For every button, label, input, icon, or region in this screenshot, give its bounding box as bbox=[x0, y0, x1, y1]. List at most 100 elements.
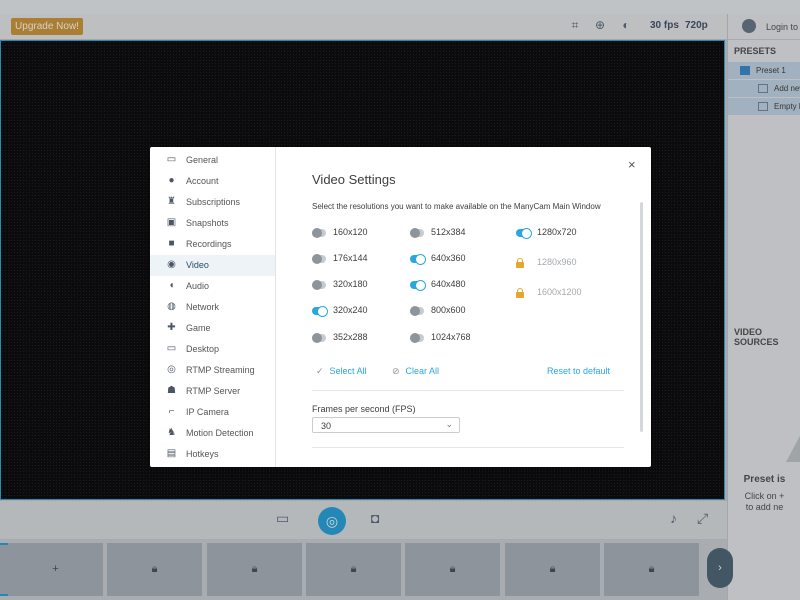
resolution-toggle[interactable] bbox=[312, 280, 326, 290]
thumbnail-scroll-button[interactable]: › bbox=[707, 548, 733, 588]
add-new-preset[interactable]: Add new bbox=[728, 80, 800, 97]
clear-all-button[interactable]: ⊘ Clear All bbox=[392, 366, 439, 377]
fullscreen-icon[interactable]: ⤢ bbox=[697, 510, 708, 527]
menu-item-label: General bbox=[186, 155, 219, 165]
resolution-toggle[interactable] bbox=[410, 306, 424, 316]
reset-default-button[interactable]: Reset to default bbox=[547, 366, 610, 376]
menu-item-label: Subscriptions bbox=[186, 197, 241, 207]
resolution-toggle[interactable] bbox=[312, 306, 328, 317]
resolution-label: 800x600 bbox=[431, 305, 466, 315]
menu-item-network[interactable]: ◍ Network bbox=[150, 297, 275, 318]
lock-icon: 🔒︎ bbox=[350, 563, 357, 575]
settings-menu: ▭ General ● Account ♜ Subscriptions ▣ Snapshots… bbox=[150, 147, 276, 467]
server-icon: ☗ bbox=[167, 385, 176, 396]
zoom-icon[interactable]: ⊕ bbox=[593, 18, 607, 32]
image-icon: ▣ bbox=[166, 217, 177, 228]
resolution-toggle[interactable] bbox=[410, 254, 426, 265]
empty-preset-icon bbox=[786, 434, 800, 462]
resolution-toggle[interactable] bbox=[410, 280, 426, 291]
gamepad-icon: ✚ bbox=[167, 322, 176, 333]
select-all-label: Select All bbox=[329, 366, 367, 376]
fps-select[interactable]: 30 ⌄ bbox=[312, 417, 460, 433]
broadcast-button[interactable]: ◎ bbox=[318, 507, 346, 535]
user-icon bbox=[742, 19, 756, 33]
resolution-toggle[interactable] bbox=[312, 228, 326, 238]
menu-item-desktop[interactable]: ▭ Desktop bbox=[150, 339, 275, 360]
menu-item-label: Network bbox=[186, 302, 220, 312]
preset-message-line1: Click on + bbox=[744, 491, 785, 501]
menu-item-label: Desktop bbox=[186, 344, 220, 354]
resolution-label: 1024x768 bbox=[431, 332, 471, 342]
select-all-button[interactable]: ✓ Select All bbox=[316, 366, 367, 377]
preset-item[interactable]: Preset 1 bbox=[728, 62, 800, 79]
fps-readout[interactable]: 30 fps bbox=[650, 20, 679, 31]
fps-value: 30 bbox=[321, 421, 332, 431]
main-toolbar bbox=[0, 14, 727, 40]
locked-thumb[interactable]: 🔒︎ bbox=[405, 543, 500, 596]
dialog-subtitle: Select the resolutions you want to make … bbox=[312, 202, 601, 211]
resolution-readout[interactable]: 720p bbox=[685, 20, 708, 31]
resolution-toggle[interactable] bbox=[410, 333, 424, 343]
dialog-scrollbar[interactable] bbox=[640, 202, 643, 432]
menu-item-motion-detection[interactable]: ♞ Motion Detection bbox=[150, 423, 275, 444]
menu-item-label: Recordings bbox=[186, 239, 232, 249]
resolution-toggle[interactable] bbox=[312, 333, 326, 343]
right-panel: Login to M PRESETS Preset 1 Add new Empt… bbox=[727, 14, 800, 600]
resolution-label: 320x240 bbox=[333, 305, 368, 315]
title-strip bbox=[0, 0, 800, 14]
menu-item-general[interactable]: ▭ General bbox=[150, 150, 275, 171]
menu-item-rtmp-streaming[interactable]: ◎ RTMP Streaming bbox=[150, 360, 275, 381]
locked-thumb[interactable]: 🔒︎ bbox=[207, 543, 302, 596]
crop-icon[interactable]: ⌗ bbox=[568, 18, 582, 32]
adjust-icon[interactable]: ◐ bbox=[619, 18, 633, 32]
snapshot-icon[interactable]: ◘ bbox=[371, 510, 379, 526]
monitor-icon: ▭ bbox=[166, 343, 177, 354]
locked-thumb[interactable]: 🔒︎ bbox=[604, 543, 699, 596]
menu-item-account[interactable]: ● Account bbox=[150, 171, 275, 192]
lock-icon bbox=[516, 288, 524, 298]
menu-item-game[interactable]: ✚ Game bbox=[150, 318, 275, 339]
ip-camera-icon: ⌐ bbox=[168, 406, 175, 417]
menu-item-hotkeys[interactable]: ▤ Hotkeys bbox=[150, 444, 275, 465]
empty-label: Empty l bbox=[774, 102, 800, 111]
menu-item-video[interactable]: ◉ Video bbox=[150, 255, 275, 276]
check-icon: ✓ bbox=[316, 366, 324, 376]
lock-icon: 🔒︎ bbox=[549, 563, 556, 575]
presets-header: PRESETS bbox=[734, 46, 777, 56]
empty-layer[interactable]: Empty l bbox=[728, 98, 800, 115]
dialog-title: Video Settings bbox=[312, 172, 396, 187]
resolution-label: 1600x1200 bbox=[537, 287, 582, 297]
video-sources-header: VIDEO SOURCES bbox=[734, 327, 779, 347]
preset-message-line2: to add ne bbox=[745, 502, 784, 512]
globe-icon: ◍ bbox=[167, 301, 176, 312]
login-bar[interactable]: Login to M bbox=[728, 14, 800, 40]
resolution-label: 320x180 bbox=[333, 279, 368, 289]
locked-thumb[interactable]: 🔒︎ bbox=[306, 543, 401, 596]
resolution-toggle[interactable] bbox=[410, 228, 424, 238]
broadcast-icon: ◎ bbox=[167, 364, 176, 375]
divider bbox=[312, 447, 624, 448]
close-icon[interactable]: × bbox=[628, 157, 636, 172]
resolution-label: 176x144 bbox=[333, 253, 368, 263]
menu-item-label: IP Camera bbox=[186, 407, 229, 417]
menu-item-ip-camera[interactable]: ⌐ IP Camera bbox=[150, 402, 275, 423]
record-video-icon[interactable]: ▭ bbox=[276, 510, 289, 527]
resolution-label: 160x120 bbox=[333, 227, 368, 237]
upgrade-button[interactable]: Upgrade Now! bbox=[11, 18, 83, 35]
menu-item-recordings[interactable]: ■ Recordings bbox=[150, 234, 275, 255]
menu-item-rtmp-server[interactable]: ☗ RTMP Server bbox=[150, 381, 275, 402]
menu-item-label: Snapshots bbox=[186, 218, 229, 228]
resolution-toggle[interactable] bbox=[516, 228, 532, 239]
locked-thumb[interactable]: 🔒︎ bbox=[505, 543, 600, 596]
resolution-label: 1280x960 bbox=[537, 257, 577, 267]
add-source-thumb[interactable]: + bbox=[8, 543, 103, 596]
menu-item-snapshots[interactable]: ▣ Snapshots bbox=[150, 213, 275, 234]
microphone-icon[interactable]: ♪ bbox=[670, 510, 677, 526]
resolution-toggle[interactable] bbox=[312, 254, 326, 264]
locked-thumb[interactable]: 🔒︎ bbox=[107, 543, 202, 596]
clear-icon: ⊘ bbox=[392, 366, 400, 376]
hotkey-icon: ▤ bbox=[166, 448, 177, 459]
login-label: Login to M bbox=[766, 22, 800, 32]
menu-item-audio[interactable]: ◖ Audio bbox=[150, 276, 275, 297]
menu-item-subscriptions[interactable]: ♜ Subscriptions bbox=[150, 192, 275, 213]
